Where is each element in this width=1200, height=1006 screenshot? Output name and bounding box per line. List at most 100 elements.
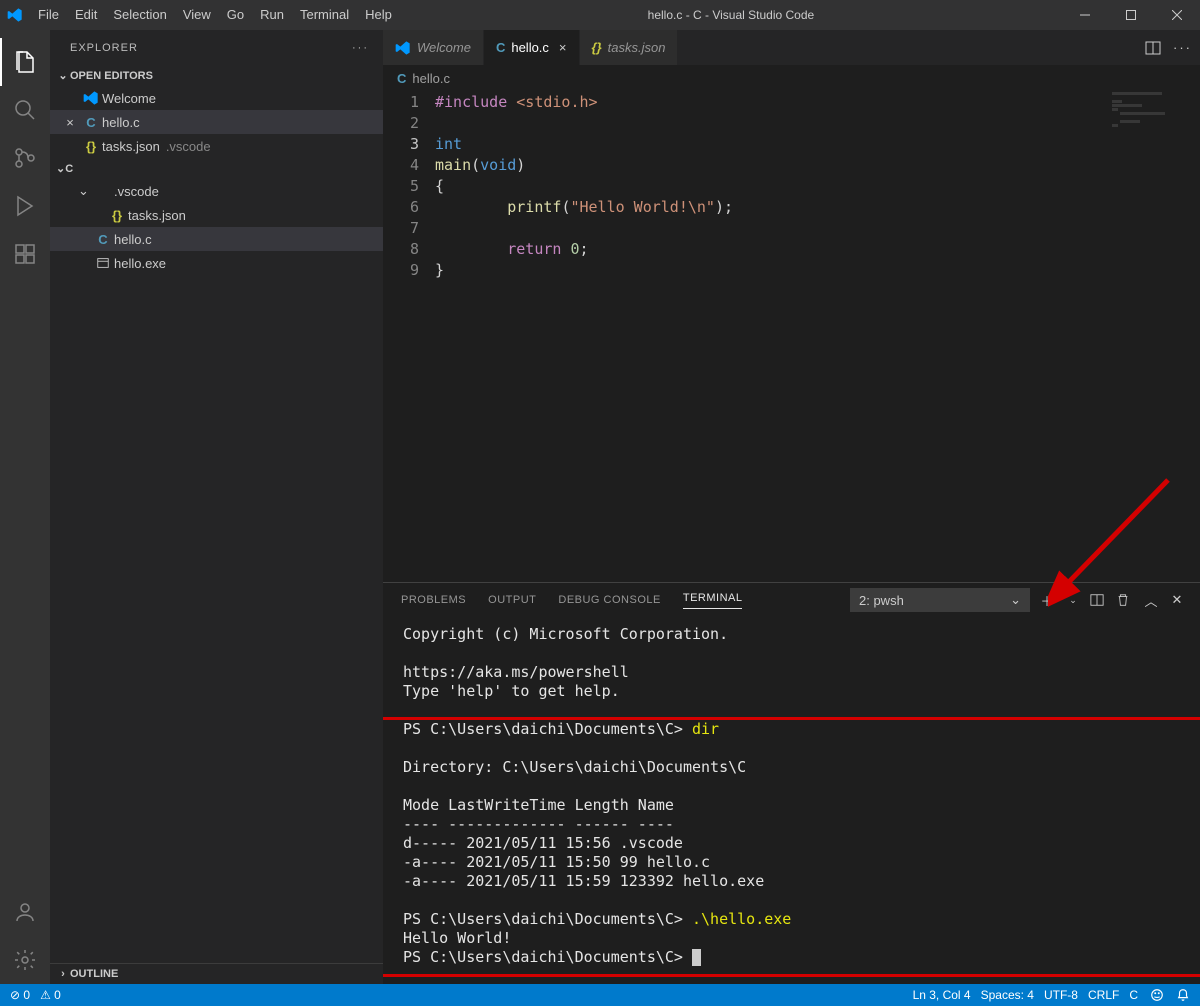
file-icon: C: [92, 232, 114, 247]
file-item[interactable]: {}tasks.json: [50, 203, 383, 227]
folder-item[interactable]: ⌄.vscode: [50, 179, 383, 203]
terminal-line: [403, 891, 1184, 910]
code-editor[interactable]: 123456789 #include <stdio.h>intmain(void…: [383, 90, 1200, 582]
new-terminal-icon[interactable]: ＋: [1038, 591, 1056, 610]
terminal-line: PS C:\Users\daichi\Documents\C>: [403, 948, 1184, 967]
line-number: 9: [383, 260, 419, 281]
maximize-button[interactable]: [1108, 0, 1154, 30]
open-editor-item[interactable]: Welcome: [50, 86, 383, 110]
code-line[interactable]: #include <stdio.h>: [435, 92, 733, 113]
item-name: tasks.json: [128, 208, 186, 223]
line-number: 5: [383, 176, 419, 197]
menu-go[interactable]: Go: [219, 0, 252, 30]
menu-terminal[interactable]: Terminal: [292, 0, 357, 30]
terminal-selector[interactable]: 2: pwsh ⌄: [850, 588, 1030, 612]
file-icon: C: [496, 40, 505, 55]
notifications-icon[interactable]: [1176, 988, 1190, 1002]
menu-help[interactable]: Help: [357, 0, 400, 30]
activity-bar: [0, 30, 50, 984]
item-name: .vscode: [114, 184, 159, 199]
close-button[interactable]: [1154, 0, 1200, 30]
explorer-more-icon[interactable]: ···: [352, 42, 369, 54]
panel-tab-problems[interactable]: PROBLEMS: [401, 594, 466, 606]
code-line[interactable]: [435, 218, 733, 239]
status-item[interactable]: CRLF: [1088, 988, 1119, 1002]
accounts-icon[interactable]: [0, 888, 50, 936]
status-item[interactable]: Spaces: 4: [981, 988, 1034, 1002]
feedback-icon[interactable]: [1150, 988, 1164, 1002]
chevron-down-icon: ⌄: [56, 69, 70, 82]
outline-section[interactable]: › OUTLINE: [50, 963, 383, 984]
open-editor-item[interactable]: {}tasks.json.vscode: [50, 134, 383, 158]
close-icon[interactable]: ×: [60, 115, 80, 130]
item-name: hello.c: [114, 232, 152, 247]
menu-selection[interactable]: Selection: [105, 0, 174, 30]
breadcrumb[interactable]: C hello.c: [383, 66, 1200, 90]
minimize-button[interactable]: [1062, 0, 1108, 30]
run-debug-icon[interactable]: [0, 182, 50, 230]
search-icon[interactable]: [0, 86, 50, 134]
minimap[interactable]: [1110, 90, 1200, 582]
file-icon: {}: [106, 208, 128, 223]
tab-label: tasks.json: [608, 40, 666, 55]
panel-tab-debug-console[interactable]: DEBUG CONSOLE: [558, 594, 660, 606]
close-panel-icon[interactable]: ✕: [1168, 592, 1186, 608]
terminal-line: d----- 2021/05/11 15:56 .vscode: [403, 834, 1184, 853]
split-editor-icon[interactable]: [1145, 40, 1161, 56]
workspace-folder[interactable]: ⌄ C: [50, 158, 383, 179]
terminal-line: Mode LastWriteTime Length Name: [403, 796, 1184, 815]
kill-terminal-icon[interactable]: [1116, 593, 1134, 607]
status-item[interactable]: Ln 3, Col 4: [913, 988, 971, 1002]
open-editors-section[interactable]: ⌄ OPEN EDITORS: [50, 65, 383, 86]
menu-view[interactable]: View: [175, 0, 219, 30]
menu-run[interactable]: Run: [252, 0, 292, 30]
split-terminal-icon[interactable]: [1090, 593, 1108, 607]
menu-edit[interactable]: Edit: [67, 0, 105, 30]
folder-name: C: [65, 163, 73, 175]
open-editor-item[interactable]: ×Chello.c: [50, 110, 383, 134]
code-line[interactable]: int: [435, 134, 733, 155]
status-item[interactable]: C: [1129, 988, 1138, 1002]
terminal-line: PS C:\Users\daichi\Documents\C> .\hello.…: [403, 910, 1184, 929]
open-editors-label: OPEN EDITORS: [70, 70, 153, 82]
tab-label: Welcome: [417, 40, 471, 55]
code-line[interactable]: }: [435, 260, 733, 281]
file-item[interactable]: Chello.c: [50, 227, 383, 251]
code-line[interactable]: {: [435, 176, 733, 197]
terminal-line: Type 'help' to get help.: [403, 682, 1184, 701]
status-item[interactable]: UTF-8: [1044, 988, 1078, 1002]
settings-gear-icon[interactable]: [0, 936, 50, 984]
line-number: 8: [383, 239, 419, 260]
chevron-right-icon: ›: [56, 968, 70, 980]
terminal-dropdown-icon[interactable]: ⌄: [1064, 595, 1082, 606]
editor-more-icon[interactable]: ···: [1173, 40, 1192, 55]
editor-tab[interactable]: Welcome: [383, 30, 484, 65]
tab-label: hello.c: [511, 40, 549, 55]
terminal-line: https://aka.ms/powershell: [403, 663, 1184, 682]
status-item[interactable]: ⊘ 0: [10, 988, 30, 1002]
panel-tab-output[interactable]: OUTPUT: [488, 594, 536, 606]
file-item[interactable]: hello.exe: [50, 251, 383, 275]
code-line[interactable]: main(void): [435, 155, 733, 176]
code-line[interactable]: [435, 113, 733, 134]
close-tab-icon[interactable]: ×: [559, 40, 567, 55]
editor-tab[interactable]: Chello.c ×: [484, 30, 580, 65]
extensions-icon[interactable]: [0, 230, 50, 278]
breadcrumb-label: hello.c: [412, 71, 450, 86]
terminal-line: PS C:\Users\daichi\Documents\C> dir: [403, 720, 1184, 739]
explorer-icon[interactable]: [0, 38, 50, 86]
file-icon: {}: [592, 40, 602, 55]
code-line[interactable]: return 0;: [435, 239, 733, 260]
line-number: 6: [383, 197, 419, 218]
editor-tab[interactable]: {} tasks.json: [580, 30, 679, 65]
status-item[interactable]: ⚠ 0: [40, 988, 61, 1002]
explorer-title: EXPLORER: [70, 42, 138, 54]
maximize-panel-icon[interactable]: ︿: [1142, 591, 1160, 610]
terminal[interactable]: Copyright (c) Microsoft Corporation. htt…: [383, 617, 1200, 984]
chevron-down-icon: ⌄: [1010, 592, 1021, 608]
menu-file[interactable]: File: [30, 0, 67, 30]
code-line[interactable]: printf("Hello World!\n");: [435, 197, 733, 218]
source-control-icon[interactable]: [0, 134, 50, 182]
panel-tab-terminal[interactable]: TERMINAL: [683, 592, 743, 609]
file-name: hello.c: [102, 115, 140, 130]
